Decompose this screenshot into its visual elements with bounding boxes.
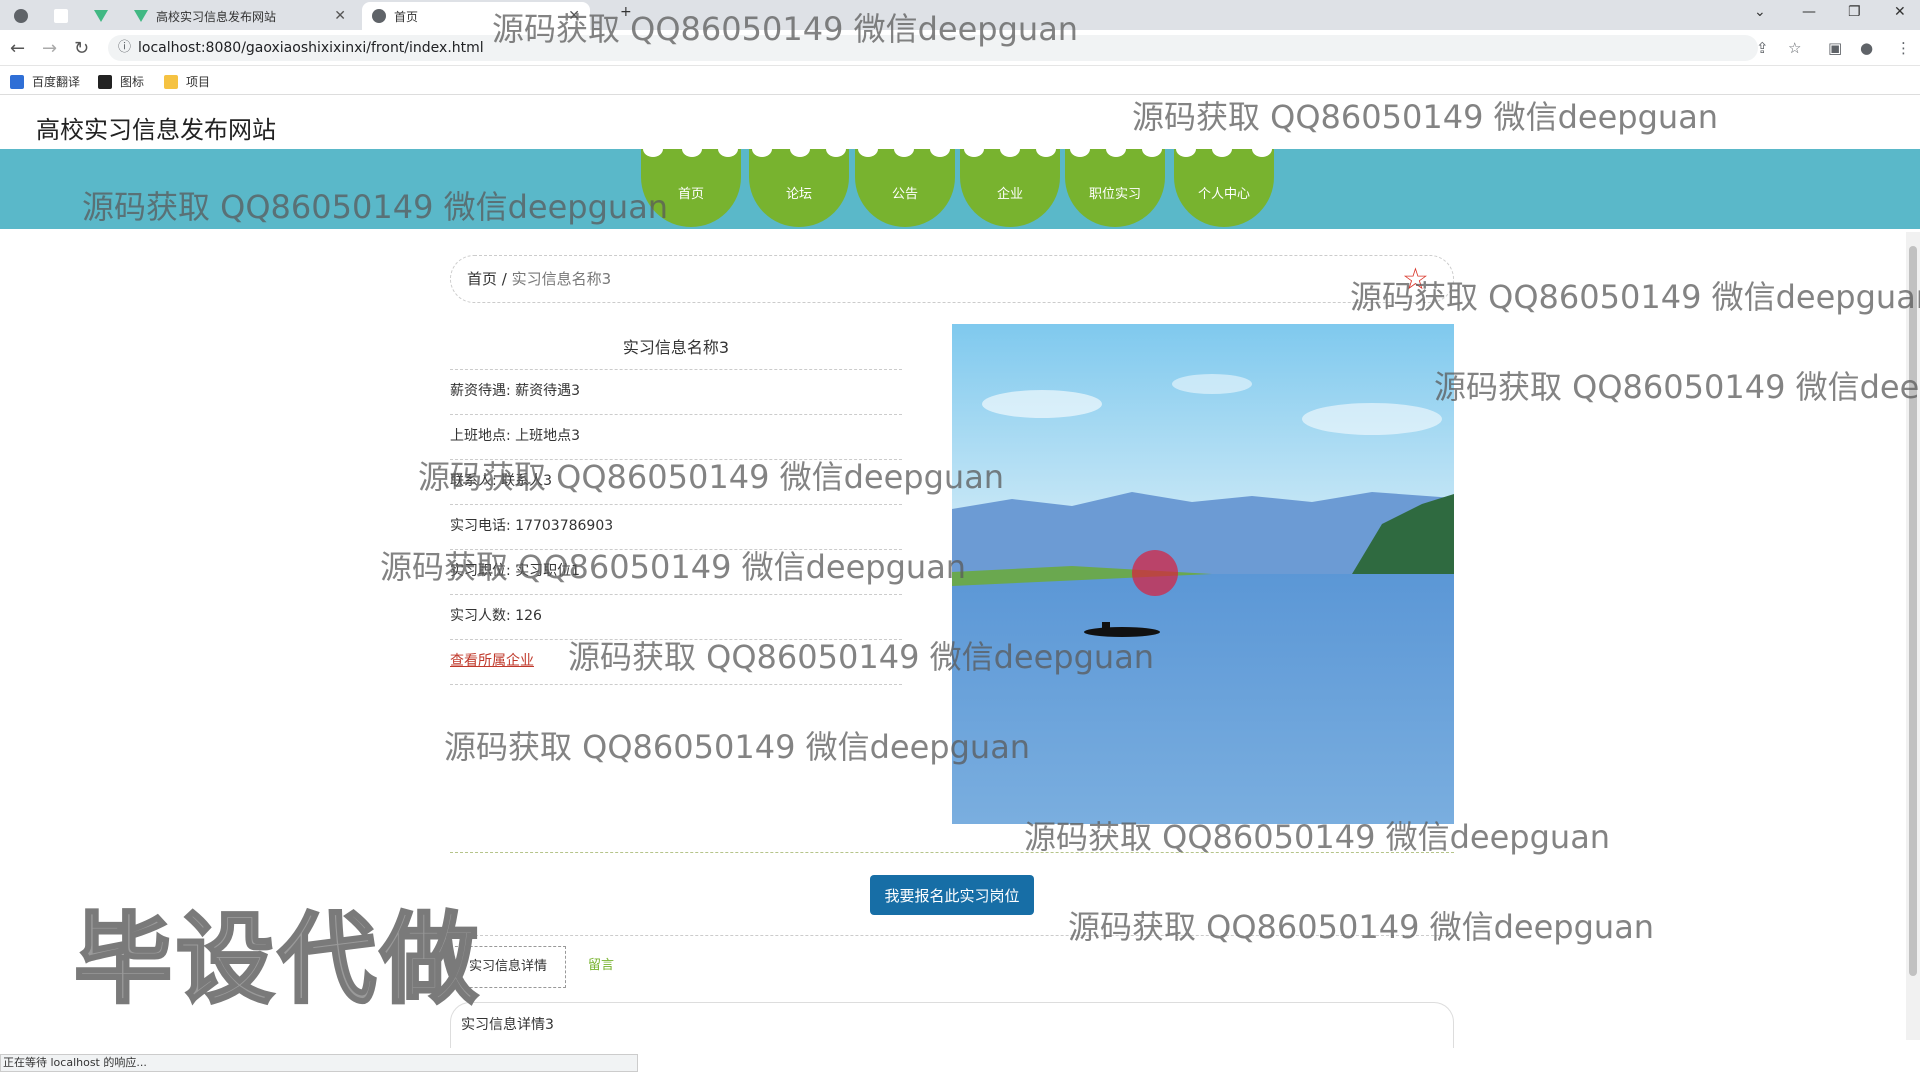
tab-comment[interactable]: 留言 — [588, 946, 614, 988]
chevron-down-icon[interactable]: ⌄ — [1754, 4, 1766, 20]
nav-profile[interactable]: 个人中心 — [1174, 149, 1274, 227]
info-icon: ⓘ — [118, 40, 132, 55]
bookmark-label: 百度翻译 — [32, 75, 81, 89]
nav-scallop — [1142, 141, 1162, 157]
nav-scallop — [790, 141, 810, 157]
bookmark-item[interactable]: 百度翻译 — [10, 73, 80, 90]
watermark-text: 源码获取 QQ86050149 微信deepguan — [1132, 98, 1719, 136]
nav-scallop — [964, 141, 984, 157]
nav-label: 个人中心 — [1197, 186, 1250, 202]
bookmark-item[interactable]: 图标 — [98, 73, 144, 90]
watermark-text: 源码获取 QQ86050149 微信deepguan — [1350, 278, 1920, 316]
restore-icon[interactable]: ❐ — [1848, 4, 1861, 20]
watermark-text: 源码获取 QQ86050149 微信deepguan — [444, 728, 1031, 766]
breadcrumb: 首页 / 实习信息名称3 — [450, 255, 1454, 303]
bookmarks-bar: 百度翻译 图标 项目 — [0, 67, 1920, 95]
nav-scallop — [1252, 141, 1272, 157]
scrollbar[interactable] — [1906, 232, 1920, 1040]
nav-label: 公告 — [891, 186, 918, 202]
watermark-text: 源码获取 QQ86050149 微信deepguan — [1024, 818, 1611, 856]
nav-scallop — [1036, 141, 1056, 157]
watermark-text: 源码获取 QQ86050149 微信deepguan — [380, 548, 967, 586]
profile-icon[interactable]: ● — [1860, 39, 1873, 57]
tab-title: 首页 — [394, 9, 419, 24]
watermark-text: 源码获取 QQ86050149 微信deepguan — [418, 458, 1005, 496]
nav-scallop — [1070, 141, 1090, 157]
nav-label: 首页 — [677, 186, 704, 202]
browser-tab-site[interactable]: 高校实习信息发布网站 ✕ — [124, 2, 356, 30]
watermark-text: 源码获取 QQ86050149 微信deepguan — [1434, 368, 1920, 406]
nav-scallop — [826, 141, 846, 157]
tab-title: 高校实习信息发布网站 — [156, 9, 277, 24]
scrollbar-thumb[interactable] — [1909, 246, 1917, 976]
close-window-icon[interactable]: ✕ — [1894, 4, 1906, 20]
globe-icon — [14, 9, 28, 23]
browser-tab-pinned-2[interactable] — [44, 2, 80, 30]
nav-internship[interactable]: 职位实习 — [1065, 149, 1165, 227]
url-text: localhost:8080/gaoxiaoshixixinxi/front/i… — [138, 40, 484, 56]
bookmark-star-icon[interactable]: ☆ — [1788, 39, 1801, 57]
nav-scallop — [1106, 141, 1126, 157]
nav-scallop — [930, 141, 950, 157]
menu-icon[interactable]: ⋮ — [1896, 39, 1911, 57]
bookmark-item[interactable]: 项目 — [164, 73, 210, 90]
breadcrumb-home[interactable]: 首页 — [467, 270, 497, 288]
blank-page-icon — [54, 9, 68, 23]
watermark-large: 毕设代做 — [72, 902, 483, 1019]
status-bar: 正在等待 localhost 的响应... — [0, 1054, 638, 1072]
globe-icon — [372, 9, 386, 23]
nav-scallop — [894, 141, 914, 157]
close-icon[interactable]: ✕ — [334, 8, 346, 24]
breadcrumb-current: 实习信息名称3 — [511, 270, 612, 288]
translate-icon — [10, 74, 24, 89]
apply-button[interactable]: 我要报名此实习岗位 — [870, 875, 1034, 915]
bookmark-label: 项目 — [186, 75, 211, 89]
watermark-text: 源码获取 QQ86050149 微信deepguan — [568, 638, 1155, 676]
nav-scallop — [858, 141, 878, 157]
cursor-highlight — [1132, 550, 1178, 596]
nav-scallop — [643, 141, 663, 157]
side-panel-icon[interactable]: ▣ — [1828, 39, 1842, 57]
bookmark-label: 图标 — [120, 75, 145, 89]
folder-icon — [164, 74, 178, 89]
nav-scallop — [1176, 141, 1196, 157]
detail-title: 实习信息名称3 — [450, 330, 902, 370]
watermark-text: 源码获取 QQ86050149 微信deepguan — [82, 188, 669, 226]
browser-tab-pinned-3[interactable] — [84, 2, 120, 30]
nav-scallop — [1212, 141, 1232, 157]
image-icon — [98, 74, 112, 89]
nav-label: 企业 — [996, 186, 1023, 202]
nav-scallop — [1000, 141, 1020, 157]
breadcrumb-separator: / — [497, 270, 512, 288]
site-title: 高校实习信息发布网站 — [36, 116, 276, 144]
back-icon[interactable]: ← — [10, 38, 25, 59]
nav-label: 论坛 — [785, 186, 812, 202]
forward-icon[interactable]: → — [42, 38, 57, 59]
nav-scallop — [752, 141, 772, 157]
reload-icon[interactable]: ↻ — [74, 38, 89, 59]
detail-content: 实习信息详情3 — [450, 1002, 1454, 1048]
nav-announcement[interactable]: 公告 — [855, 149, 955, 227]
detail-row-salary: 薪资待遇: 薪资待遇3 — [450, 370, 902, 415]
browser-tab-pinned-1[interactable] — [4, 2, 44, 30]
minimize-icon[interactable]: — — [1802, 4, 1816, 20]
nav-company[interactable]: 企业 — [960, 149, 1060, 227]
watermark-text: 源码获取 QQ86050149 微信deepguan — [1068, 908, 1655, 946]
nav-label: 职位实习 — [1088, 186, 1141, 202]
share-icon[interactable]: ⇪ — [1756, 39, 1769, 57]
watermark-text: 源码获取 QQ86050149 微信deepguan — [492, 10, 1079, 48]
nav-scallop — [682, 141, 702, 157]
vue-icon — [134, 10, 148, 22]
nav-scallop — [718, 141, 738, 157]
nav-forum[interactable]: 论坛 — [749, 149, 849, 227]
vue-icon — [94, 10, 108, 22]
